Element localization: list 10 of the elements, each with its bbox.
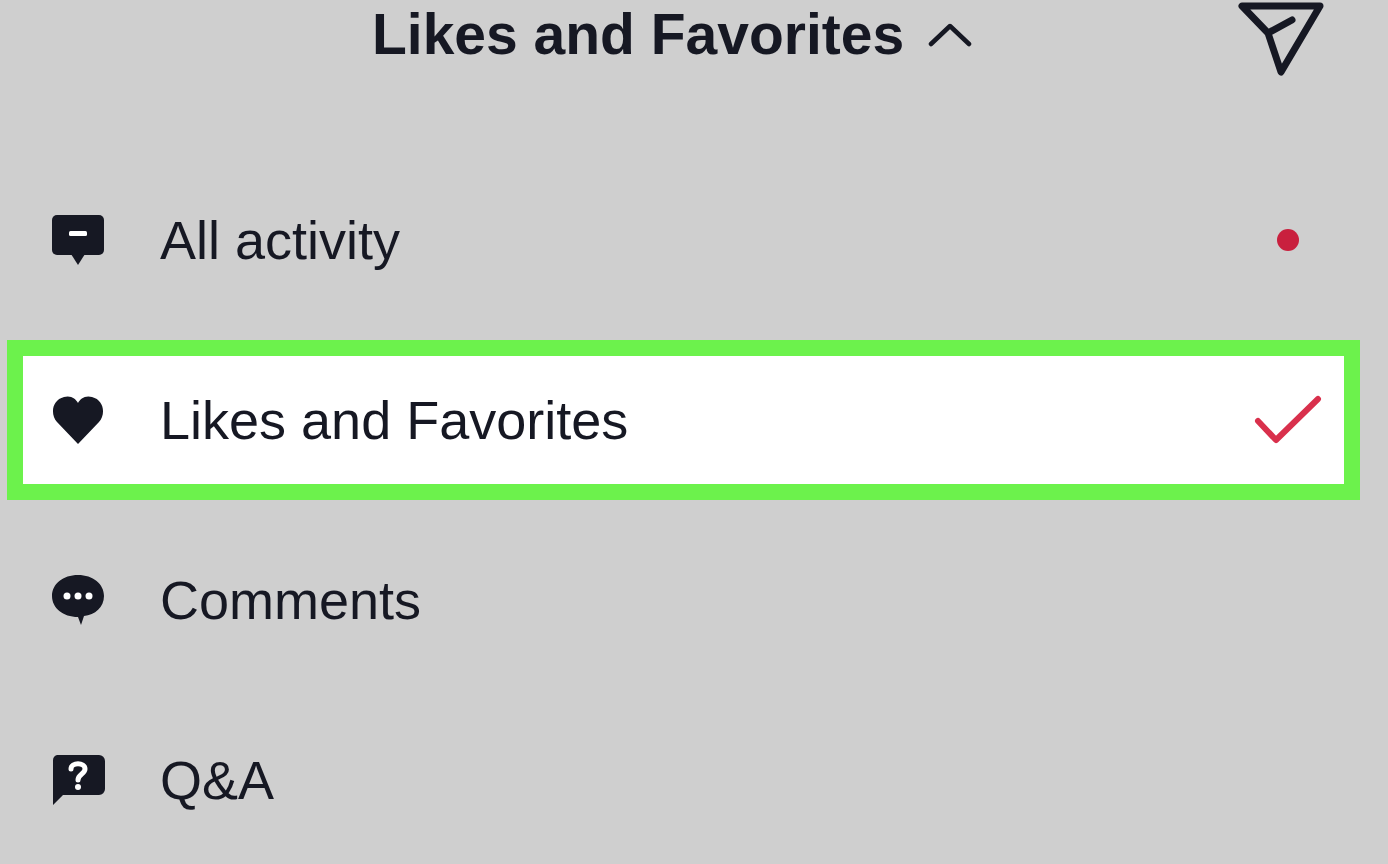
menu-item[interactable]: Likes and Favorites bbox=[7, 340, 1360, 500]
heart-icon bbox=[52, 396, 104, 444]
question-bubble-icon bbox=[51, 755, 105, 805]
speech-bubble-dots-icon bbox=[52, 575, 104, 625]
menu-item[interactable]: All activity bbox=[7, 160, 1360, 320]
menu-item[interactable]: Q&A bbox=[7, 700, 1360, 860]
message-box-icon bbox=[52, 215, 104, 265]
paper-plane-icon[interactable] bbox=[1238, 2, 1324, 76]
menu-item[interactable]: Comments bbox=[7, 520, 1360, 680]
title-dropdown[interactable]: Likes and Favorites bbox=[372, 6, 973, 63]
